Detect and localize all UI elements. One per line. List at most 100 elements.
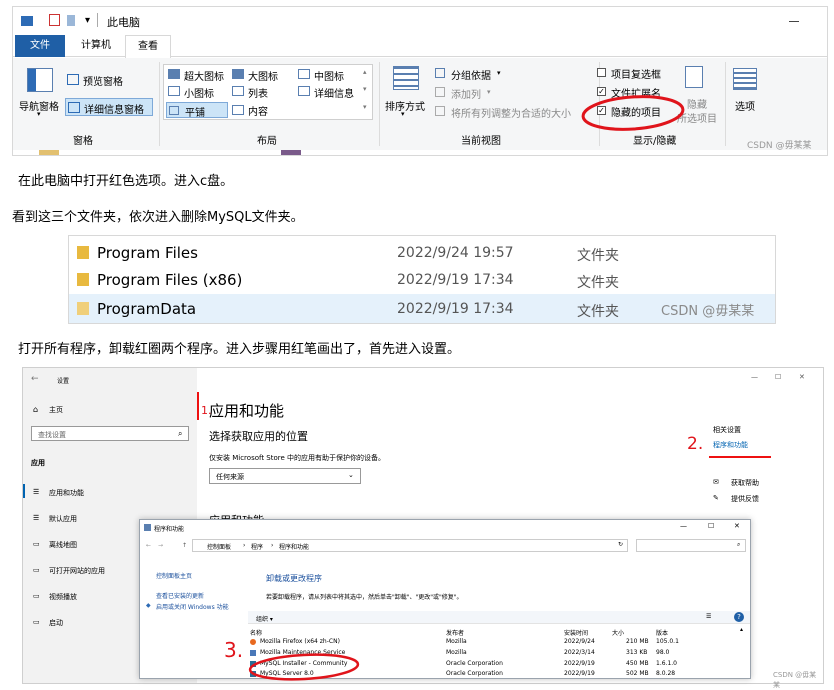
programs-close-icon[interactable]: ✕ [734,522,740,530]
help-circle-icon[interactable]: ? [734,612,744,622]
source-dropdown[interactable]: 任何来源 ⌄ [209,468,361,484]
home-icon[interactable]: ⌂ [33,405,38,414]
layout-group-label: 布局 [257,136,277,147]
title-bar: ▾ 此电脑 [13,7,827,35]
folder-row[interactable]: Program Files 2022/9/24 19:57 文件夹 [69,240,775,266]
add-column-button[interactable]: 添加列 [451,86,481,101]
folder-row[interactable]: Program Files (x86) 2022/9/19 17:34 文件夹 [69,267,775,293]
programs-minimize-icon[interactable]: — [680,522,687,530]
table-row[interactable]: Mozilla Firefox (x64 zh-CN) Mozilla 2022… [248,637,738,647]
forward-icon[interactable]: → [158,542,163,549]
layout-content[interactable]: 内容 [248,103,268,118]
checkbox-quick-icon[interactable] [49,14,60,26]
sort-button[interactable]: 排序方式 [385,98,425,113]
col-name[interactable]: 名称 [250,628,262,637]
small-icons-icon [168,86,180,96]
layout-small-icons[interactable]: 小图标 [184,85,214,100]
group-by-dropdown-icon[interactable]: ▾ [497,69,501,77]
view-options-icon[interactable]: ☰ [706,613,711,620]
layout-list[interactable]: 列表 [248,85,268,100]
group-by-icon [435,68,445,78]
nav-selected-indicator [23,484,25,498]
search-icon[interactable]: ⌕ [737,541,740,549]
shield-icon: ◆ [146,602,151,609]
programs-desc: 若要卸载程序，请从列表中将其选中，然后单击"卸载"、"更改"或"修复"。 [266,594,463,601]
nav-startup[interactable]: 启动 [49,618,63,628]
tab-view[interactable]: 查看 [125,35,171,58]
layout-medium-icons[interactable]: 中图标 [314,68,344,83]
windows-features-link[interactable]: 启用或关闭 Windows 功能 [156,602,229,611]
scroll-up-icon[interactable]: ▴ [740,626,743,633]
nav-video-playback[interactable]: 视频播放 [49,592,77,602]
folder-icon [21,16,33,26]
programs-features-link[interactable]: 程序和功能 [713,440,748,450]
col-install-date[interactable]: 安装时间 [564,628,588,637]
item-checkboxes-checkbox[interactable] [597,68,606,77]
large-icons-icon [232,69,244,79]
fit-columns-button[interactable]: 将所有列调整为合适的大小 [451,105,571,120]
settings-home[interactable]: 主页 [49,405,63,415]
feedback-icon: ✎ [713,494,719,502]
layout-details[interactable]: 详细信息 [314,85,354,100]
video-playback-icon: ▭ [33,592,40,600]
settings-maximize-icon[interactable]: ☐ [775,373,781,381]
nav-pane-dropdown-icon[interactable]: ▾ [37,110,41,118]
hide-selected-icon [685,66,703,88]
startup-icon: ▭ [33,618,40,626]
medium-icons-icon [298,69,310,79]
settings-minimize-icon[interactable]: — [751,373,758,381]
offline-maps-icon: ▭ [33,540,40,548]
gallery-expand-icon[interactable]: ▾ [363,103,367,111]
apps-for-websites-icon: ▭ [33,566,40,574]
add-column-dropdown-icon[interactable]: ▾ [487,88,491,96]
gallery-scroll-down-icon[interactable]: ▾ [363,85,367,93]
nav-default-apps[interactable]: 默认应用 [49,514,77,524]
nav-offline-maps[interactable]: 离线地图 [49,540,77,550]
red-mark-1 [197,392,199,420]
preview-pane-button[interactable]: 预览窗格 [83,73,123,88]
content-icon [232,105,244,115]
settings-section-apps: 应用 [31,459,45,467]
back-icon[interactable]: ← [146,542,151,549]
group-by-button[interactable]: 分组依据 [451,67,491,82]
up-icon[interactable]: ↑ [182,542,187,549]
folder-row-selected[interactable]: ProgramData 2022/9/19 17:34 文件夹 CSDN @毋某… [69,294,775,323]
organize-button[interactable]: 组织 ▾ [256,614,273,623]
settings-close-icon[interactable]: ✕ [799,373,805,381]
programs-maximize-icon[interactable]: ☐ [708,522,714,530]
get-help-link[interactable]: 获取帮助 [731,478,759,488]
settings-heading: 应用和功能 [209,402,285,420]
programs-search-input[interactable]: ⌕ [636,539,746,552]
refresh-icon[interactable]: ↻ [618,541,623,548]
minimize-icon[interactable] [789,21,799,22]
address-bar[interactable]: 控制面板 › 程序 › 程序和功能 [192,539,628,552]
back-arrow-icon[interactable]: ← [31,374,39,384]
nav-apps-features[interactable]: 应用和功能 [49,488,84,498]
control-panel-home-link[interactable]: 控制面板主页 [156,571,192,580]
folder-quick-icon[interactable] [67,15,75,26]
installed-updates-link[interactable]: 查看已安装的更新 [156,591,204,600]
options-button[interactable]: 选项 [735,98,755,113]
settings-subheading: 选择获取应用的位置 [209,430,308,443]
settings-watermark: CSDN @毋某某 [773,671,817,689]
tab-computer[interactable]: 计算机 [69,35,123,57]
nav-apps-for-websites[interactable]: 可打开网站的应用 [49,566,105,576]
extra-large-icons-icon [168,69,180,79]
layout-tiles[interactable]: 平铺 [166,102,228,119]
tab-file[interactable]: 文件 [15,35,65,57]
ribbon-tabs: 文件 计算机 查看 [13,35,827,58]
layout-extra-large-icons[interactable]: 超大图标 [184,68,224,83]
quick-access-dropdown-icon[interactable]: ▾ [85,15,90,26]
details-pane-button[interactable]: 详细信息窗格 [65,98,153,116]
col-version[interactable]: 版本 [656,628,668,637]
gallery-scroll-up-icon[interactable]: ▴ [363,68,367,76]
hide-button[interactable]: 隐藏 [687,96,707,111]
sort-dropdown-icon[interactable]: ▾ [401,110,405,118]
search-icon[interactable]: ⌕ [178,429,182,439]
settings-search-input[interactable]: 查找设置 ⌕ [31,426,189,441]
feedback-link[interactable]: 提供反馈 [731,494,759,504]
folder-icon [77,302,89,315]
col-publisher[interactable]: 发布者 [446,628,464,637]
layout-large-icons[interactable]: 大图标 [248,68,278,83]
col-size[interactable]: 大小 [612,628,624,637]
